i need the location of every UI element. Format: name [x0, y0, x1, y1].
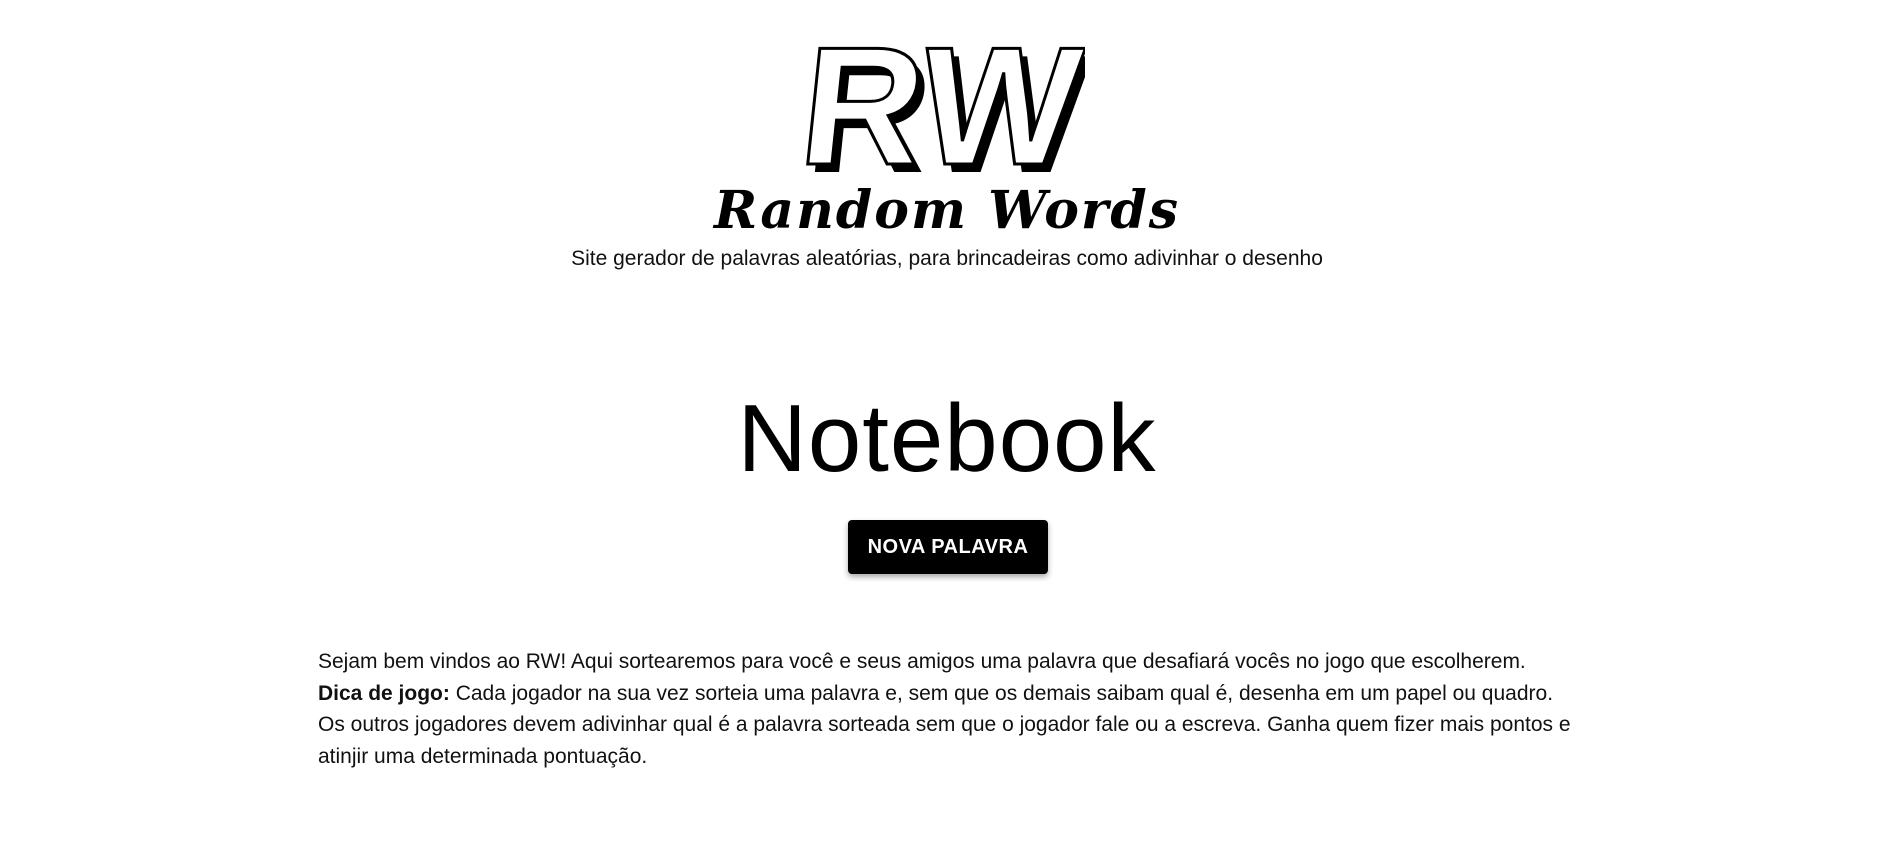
- rw-logo-graphic: RW RW: [805, 26, 1085, 186]
- game-tip-paragraph: Dica de jogo: Cada jogador na sua vez so…: [318, 678, 1580, 773]
- new-word-button[interactable]: NOVA PALAVRA: [848, 520, 1048, 574]
- rw-logo: RW RW: [805, 26, 1085, 186]
- site-tagline: Site gerador de palavras aleatórias, par…: [571, 247, 1323, 270]
- game-tip-label: Dica de jogo:: [318, 681, 450, 705]
- logo-front: RW: [805, 26, 1085, 186]
- random-word-display: Notebook: [737, 385, 1157, 492]
- welcome-paragraph: Sejam bem vindos ao RW! Aqui sortearemos…: [318, 650, 1526, 673]
- game-tip-text: Cada jogador na sua vez sorteia uma pala…: [318, 681, 1571, 768]
- intro-text: Sejam bem vindos ao RW! Aqui sortearemos…: [318, 646, 1580, 772]
- logo-subtitle: Random Words: [714, 180, 1180, 241]
